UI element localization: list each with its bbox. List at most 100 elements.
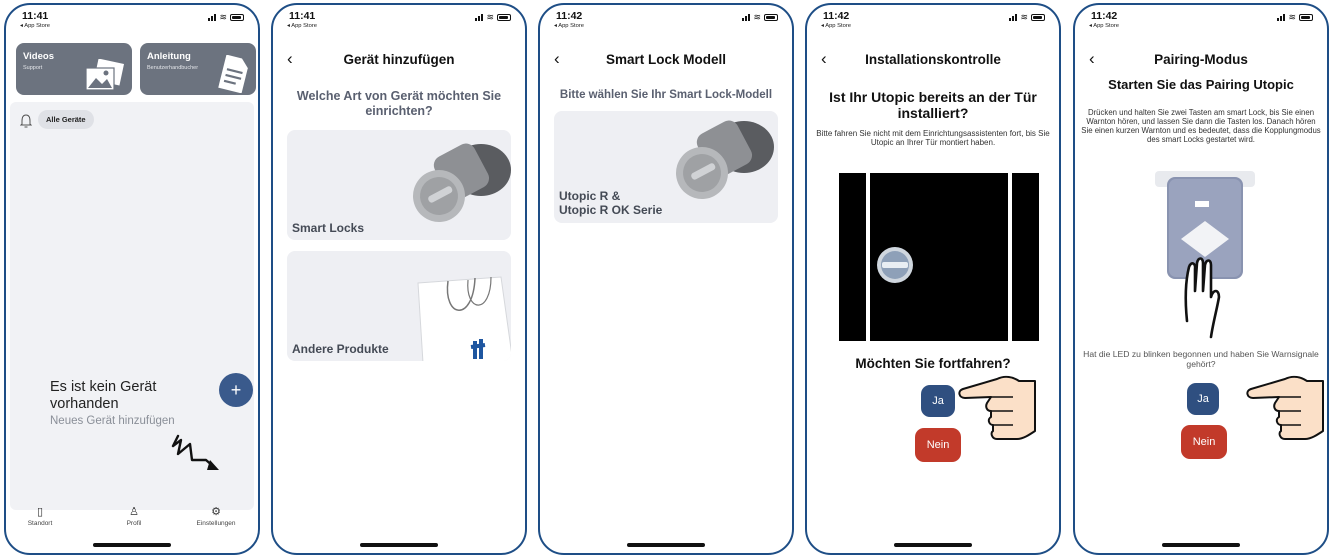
signal-icon (1009, 14, 1018, 21)
status-bar: 11:42 ◂ App Store ≋ (1089, 10, 1315, 36)
home-indicator (93, 543, 171, 547)
status-icons: ≋ (208, 12, 244, 22)
person-icon: ♙ (129, 506, 139, 518)
pointing-hand-icon (1246, 375, 1324, 440)
nav-header: ‹ Smart Lock Modell (540, 49, 792, 75)
signal-icon (742, 14, 751, 21)
nav-header: ‹ Gerät hinzufügen (273, 49, 525, 75)
wifi-icon: ≋ (1288, 12, 1296, 22)
page-title: Installationskontrolle (865, 52, 1001, 67)
home-indicator (894, 543, 972, 547)
option-smart-locks[interactable]: Smart Locks (287, 130, 511, 240)
tab-settings-label: Einstellungen (196, 520, 236, 527)
no-button[interactable]: Nein (915, 428, 961, 462)
tab-bar: ▯ Standort ♙ Profil ⚙ Einstellungen (6, 505, 258, 535)
gear-icon: ⚙ (211, 506, 221, 518)
battery-icon (764, 14, 778, 21)
smart-lock-image-icon (413, 143, 511, 222)
phone-screen-home: 11:41 ◂ App Store ≋ Videos Support Anlei… (4, 3, 260, 555)
shopping-bag-image-icon (417, 276, 511, 361)
manual-card[interactable]: Anleitung Benutzerhandbucher (140, 43, 256, 95)
no-button[interactable]: Nein (1181, 425, 1227, 459)
status-bar: 11:41 ◂ App Store ≋ (20, 10, 246, 36)
status-time: 11:42 (1091, 10, 1118, 22)
manual-card-subtitle: Benutzerhandbucher (147, 65, 199, 71)
wifi-icon: ≋ (753, 12, 761, 22)
home-indicator (627, 543, 705, 547)
option-utopic-r-model[interactable]: Utopic R & Utopic R OK Serie (554, 111, 778, 223)
phone-screen-smart-lock-model: 11:42 ◂ App Store ≋ ‹ Smart Lock Modell … (538, 3, 794, 555)
back-to-app-store-link[interactable]: ◂ App Store (1089, 23, 1119, 29)
status-time: 11:41 (289, 10, 316, 22)
add-device-button[interactable]: + (219, 373, 253, 407)
status-bar: 11:42 ◂ App Store ≋ (821, 10, 1047, 36)
yes-button[interactable]: Ja (1187, 383, 1219, 415)
empty-state-title: Es ist kein Gerät vorhanden (50, 379, 157, 412)
empty-state-subtitle: Neues Gerät hinzufügen (50, 415, 175, 427)
phone-screen-add-device: 11:41 ◂ App Store ≋ ‹ Gerät hinzufügen W… (271, 3, 527, 555)
option-other-products[interactable]: Andere Produkte (287, 251, 511, 361)
option-other-products-label: Andere Produkte (292, 342, 389, 356)
model-label: Utopic R & Utopic R OK Serie (559, 189, 662, 217)
curly-arrow-icon (171, 434, 219, 470)
status-icons: ≋ (475, 12, 511, 22)
page-title: Gerät hinzufügen (343, 52, 455, 67)
pointing-hand-icon (958, 375, 1036, 440)
battery-icon (497, 14, 511, 21)
photos-icon (85, 59, 124, 91)
battery-icon (230, 14, 244, 21)
phone-screen-installation-check: 11:42 ◂ App Store ≋ ‹ Installationskontr… (805, 3, 1061, 555)
tab-location-label: Standort (27, 520, 53, 527)
videos-card-subtitle: Support (23, 65, 43, 71)
page-title: Smart Lock Modell (605, 52, 727, 67)
signal-icon (475, 14, 484, 21)
page-title: Pairing-Modus (1154, 52, 1248, 67)
back-to-app-store-link[interactable]: ◂ App Store (554, 23, 584, 29)
smart-lock-image-icon (676, 120, 774, 199)
led-question: Hat die LED zu blinken begonnen und habe… (1083, 349, 1319, 369)
nav-header: ‹ Pairing-Modus (1075, 49, 1327, 75)
status-time: 11:42 (556, 10, 583, 22)
home-indicator (360, 543, 438, 547)
signal-icon (1277, 14, 1286, 21)
option-smart-locks-label: Smart Locks (292, 221, 365, 235)
back-to-app-store-link[interactable]: ◂ App Store (20, 23, 50, 29)
bookmark-icon: ▯ (36, 506, 44, 518)
device-list-panel: Alle Geräte Es ist kein Gerät vorhanden … (10, 102, 254, 510)
model-prompt: Bitte wählen Sie Ihr Smart Lock-Modell (559, 89, 773, 101)
pairing-heading: Starten Sie das Pairing Utopic (1108, 77, 1294, 92)
yes-button[interactable]: Ja (921, 385, 955, 417)
document-icon (218, 55, 248, 93)
nav-header: ‹ Installationskontrolle (807, 49, 1059, 75)
installed-question: Ist Ihr Utopic bereits an der Tür instal… (829, 89, 1037, 121)
tab-profile-label: Profil (126, 520, 142, 527)
installation-hint: Bitte fahren Sie nicht mit dem Einrichtu… (816, 129, 1050, 147)
tab-settings[interactable]: ⚙ Einstellungen (176, 505, 256, 527)
status-time: 11:41 (22, 10, 49, 22)
wifi-icon: ≋ (486, 12, 494, 22)
status-time: 11:42 (823, 10, 850, 22)
back-to-app-store-link[interactable]: ◂ App Store (821, 23, 851, 29)
tab-profile[interactable]: ♙ Profil (94, 505, 174, 527)
manual-card-title: Anleitung (147, 51, 191, 62)
status-bar: 11:41 ◂ App Store ≋ (287, 10, 513, 36)
phone-screen-pairing-mode: 11:42 ◂ App Store ≋ ‹ Pairing-Modus Star… (1073, 3, 1329, 555)
videos-card-title: Videos (23, 51, 54, 62)
wifi-icon: ≋ (1020, 12, 1028, 22)
door-with-lock-image-icon (839, 173, 1039, 341)
signal-icon (208, 14, 217, 21)
device-type-question: Welche Art von Gerät möchten Sie einrich… (296, 89, 502, 118)
bell-icon[interactable] (20, 114, 32, 128)
back-to-app-store-link[interactable]: ◂ App Store (287, 23, 317, 29)
status-icons: ≋ (742, 12, 778, 22)
tab-location[interactable]: ▯ Standort (6, 505, 80, 527)
battery-icon (1299, 14, 1313, 21)
lock-buttons-image-icon (1155, 171, 1255, 339)
wifi-icon: ≋ (219, 12, 227, 22)
status-bar: 11:42 ◂ App Store ≋ (554, 10, 780, 36)
filter-all-devices-chip[interactable]: Alle Geräte (38, 110, 94, 129)
model-label-line1: Utopic R & (559, 189, 621, 203)
videos-card[interactable]: Videos Support (16, 43, 132, 95)
pairing-instructions: Drücken und halten Sie zwei Tasten am sm… (1081, 108, 1321, 144)
status-icons: ≋ (1009, 12, 1045, 22)
